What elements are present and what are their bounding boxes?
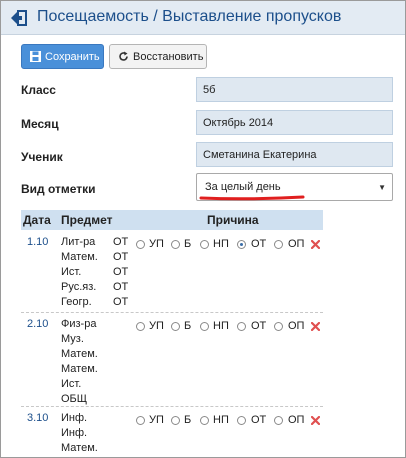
row-subject: ОБЩ [61, 393, 88, 405]
reason-label: УП [149, 414, 164, 426]
delete-icon[interactable] [311, 416, 320, 425]
floppy-disk-icon [30, 51, 41, 62]
reason-radio-3[interactable] [200, 240, 209, 249]
class-label: Класс [21, 83, 56, 97]
column-header-date: Дата [23, 213, 51, 227]
column-header-subject: Предмет [61, 213, 113, 227]
reason-label: НП [213, 320, 229, 332]
refresh-icon [119, 51, 128, 61]
reason-radio-2[interactable] [171, 322, 180, 331]
row-subject: Геогр. [61, 296, 92, 308]
row-subject: Матем. [61, 251, 98, 263]
row-mark: ОТ [113, 236, 129, 248]
back-arrow-icon[interactable] [9, 8, 29, 28]
reason-radio-3[interactable] [200, 416, 209, 425]
reason-radio-5[interactable] [274, 416, 283, 425]
row-subject: Физ-ра [61, 318, 97, 330]
reason-label: ОТ [251, 414, 267, 426]
reason-radio-4[interactable] [237, 416, 246, 425]
month-label: Месяц [21, 117, 59, 131]
row-mark: ОТ [113, 296, 129, 308]
row-date[interactable]: 1.10 [27, 236, 48, 248]
row-subject: Инф. [61, 427, 88, 439]
row-subject: Инф. [61, 412, 88, 424]
page-header: Посещаемость / Выставление пропусков [1, 1, 405, 35]
column-header-reason: Причина [207, 213, 259, 227]
dropdown-arrow-icon: ▼ [378, 183, 386, 192]
reason-label: Б [184, 238, 192, 250]
save-button-label: Сохранить [45, 50, 100, 63]
reason-label: Б [184, 414, 192, 426]
reason-radio-2[interactable] [171, 416, 180, 425]
student-label: Ученик [21, 150, 63, 164]
reason-radio-5[interactable] [274, 240, 283, 249]
row-subject: Матем. [61, 348, 98, 360]
row-mark: ОТ [113, 281, 129, 293]
page-title: Посещаемость / Выставление пропусков [37, 8, 342, 25]
reason-radio-5[interactable] [274, 322, 283, 331]
reason-radio-1[interactable] [136, 322, 145, 331]
row-subject: Рус.яз. [61, 281, 97, 293]
student-field[interactable]: Сметанина Екатерина [196, 142, 393, 167]
row-subject: Матем. [61, 442, 98, 454]
mark-type-label: Вид отметки [21, 182, 96, 196]
delete-icon[interactable] [311, 240, 320, 249]
reason-radio-1[interactable] [136, 240, 145, 249]
row-subject: Ист. [61, 266, 82, 278]
delete-icon[interactable] [311, 322, 320, 331]
row-separator [21, 312, 323, 313]
reason-radio-2[interactable] [171, 240, 180, 249]
reason-radio-3[interactable] [200, 322, 209, 331]
row-mark: ОТ [113, 251, 129, 263]
row-date[interactable]: 2.10 [27, 318, 48, 330]
reason-label: ОП [288, 414, 305, 426]
restore-button-label: Восстановить [133, 50, 204, 63]
row-subject: Ист. [61, 378, 82, 390]
class-field[interactable]: 5б [196, 77, 393, 102]
reason-label: Б [184, 320, 192, 332]
row-mark: ОТ [113, 266, 129, 278]
reason-label: ОП [288, 320, 305, 332]
row-subject: Муз. [61, 333, 84, 345]
student-value: Сметанина Екатерина [203, 148, 317, 161]
class-value: 5б [203, 83, 216, 96]
row-date[interactable]: 3.10 [27, 412, 48, 424]
row-separator [21, 406, 323, 407]
reason-radio-4[interactable] [237, 322, 246, 331]
row-subject: Матем. [61, 363, 98, 375]
month-value: Октябрь 2014 [203, 116, 274, 129]
reason-label: ОТ [251, 320, 267, 332]
reason-label: УП [149, 320, 164, 332]
reason-label: ОП [288, 238, 305, 250]
attendance-window: Посещаемость / Выставление пропусков Сох… [0, 0, 406, 458]
save-button[interactable]: Сохранить [21, 44, 104, 69]
highlight-underline [199, 195, 305, 201]
mark-type-value: За целый день [205, 181, 281, 193]
restore-button[interactable]: Восстановить [109, 44, 207, 69]
table-header: Дата Предмет Причина [21, 210, 323, 230]
reason-radio-1[interactable] [136, 416, 145, 425]
reason-label: НП [213, 238, 229, 250]
row-subject: Лит-ра [61, 236, 96, 248]
reason-label: ОТ [251, 238, 267, 250]
reason-label: УП [149, 238, 164, 250]
reason-radio-4[interactable] [237, 240, 246, 249]
month-field[interactable]: Октябрь 2014 [196, 110, 393, 135]
reason-label: НП [213, 414, 229, 426]
